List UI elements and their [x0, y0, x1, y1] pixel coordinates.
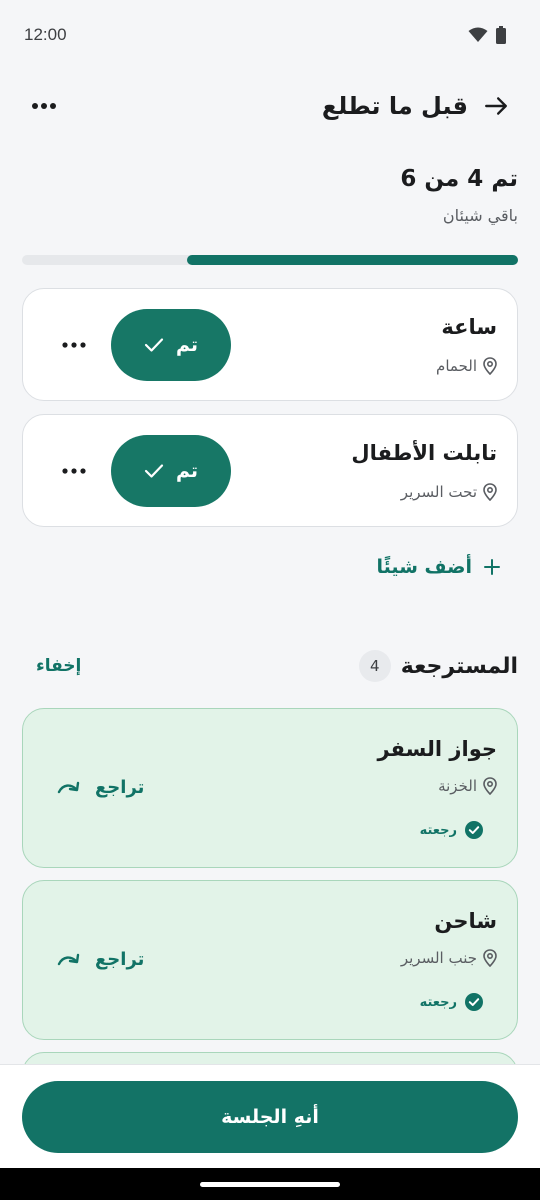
redo-arrow-icon: [57, 781, 80, 793]
wifi-icon: [468, 27, 488, 42]
undo-button[interactable]: تراجع: [57, 949, 144, 970]
item-location-text: تحت السرير: [400, 483, 477, 501]
end-session-button[interactable]: أنهِ الجلسة: [22, 1081, 518, 1153]
check-circle-icon: [465, 993, 483, 1011]
hide-returned-button[interactable]: إخفاء: [36, 656, 81, 676]
item-name: تابلت الأطفال: [351, 441, 497, 465]
end-session-label: أنهِ الجلسة: [221, 1106, 319, 1128]
progress-fill: [187, 255, 518, 265]
returned-item-name: جواز السفر: [377, 737, 497, 761]
status-icons: [468, 26, 506, 44]
returned-item-location-text: جنب السرير: [400, 949, 477, 967]
more-horizontal-icon: [62, 342, 86, 348]
returned-status: رجعته: [420, 993, 483, 1011]
item-more-button[interactable]: [59, 460, 89, 482]
returned-status: رجعته: [420, 821, 483, 839]
returned-count-badge: 4: [358, 650, 391, 682]
status-time: 12:00: [24, 25, 67, 44]
item-card: تابلت الأطفال تحت السرير تم: [22, 414, 518, 527]
item-location-text: الحمام: [436, 357, 477, 375]
undo-button-label: تراجع: [95, 777, 145, 798]
more-options-button[interactable]: [22, 84, 66, 128]
more-horizontal-icon: [32, 103, 56, 109]
item-card: ساعة الحمام تم: [22, 288, 518, 401]
plus-icon: [484, 559, 500, 575]
progress-subtitle: باقي شيئان: [442, 206, 518, 225]
location-pin-icon: [483, 357, 497, 375]
location-pin-icon: [483, 483, 497, 501]
more-horizontal-icon: [62, 468, 86, 474]
done-button-label: تم: [175, 460, 199, 482]
arrow-right-icon: [485, 97, 507, 115]
returned-status-text: رجعته: [419, 822, 457, 838]
home-gesture-handle[interactable]: [200, 1182, 340, 1187]
returned-item-card: جواز السفر الخزنة رجعته تراجع: [22, 708, 518, 868]
progress-section: تم 4 من 6 باقي شيئان: [22, 166, 518, 265]
returned-section-header: المسترجعة 4 إخفاء: [22, 646, 518, 686]
undo-button-label: تراجع: [95, 949, 145, 970]
done-button-label: تم: [175, 334, 199, 356]
redo-arrow-icon: [57, 953, 80, 965]
check-icon: [144, 338, 164, 352]
progress-track: [22, 255, 518, 265]
status-bar: 12:00: [0, 0, 540, 70]
bottom-action-bar: أنهِ الجلسة: [0, 1064, 540, 1168]
check-icon: [144, 464, 164, 478]
progress-title: تم 4 من 6: [400, 166, 518, 192]
done-button[interactable]: تم: [111, 435, 231, 507]
undo-button[interactable]: تراجع: [57, 777, 144, 798]
returned-item-card: شاحن جنب السرير رجعته تراجع: [22, 880, 518, 1040]
add-item-button[interactable]: أضف شيئًا: [377, 556, 500, 578]
item-name: ساعة: [441, 315, 497, 339]
page-title: قبل ما تطلع: [321, 92, 468, 120]
check-circle-icon: [465, 821, 483, 839]
app-bar: قبل ما تطلع: [0, 78, 540, 134]
done-button[interactable]: تم: [111, 309, 231, 381]
returned-status-text: رجعته: [419, 994, 457, 1010]
returned-item-location-text: الخزنة: [438, 777, 477, 795]
location-pin-icon: [483, 777, 497, 795]
item-location: الحمام: [436, 357, 497, 375]
back-button[interactable]: [474, 84, 518, 128]
returned-item-name: شاحن: [434, 909, 497, 933]
location-pin-icon: [483, 949, 497, 967]
returned-title: المسترجعة: [400, 653, 518, 679]
item-location: تحت السرير: [401, 483, 497, 501]
system-nav-bar: [0, 1168, 540, 1200]
returned-item-location: جنب السرير: [401, 949, 497, 967]
item-more-button[interactable]: [59, 334, 89, 356]
returned-item-location: الخزنة: [438, 777, 497, 795]
add-item-label: أضف شيئًا: [376, 556, 472, 578]
battery-icon: [496, 26, 506, 44]
